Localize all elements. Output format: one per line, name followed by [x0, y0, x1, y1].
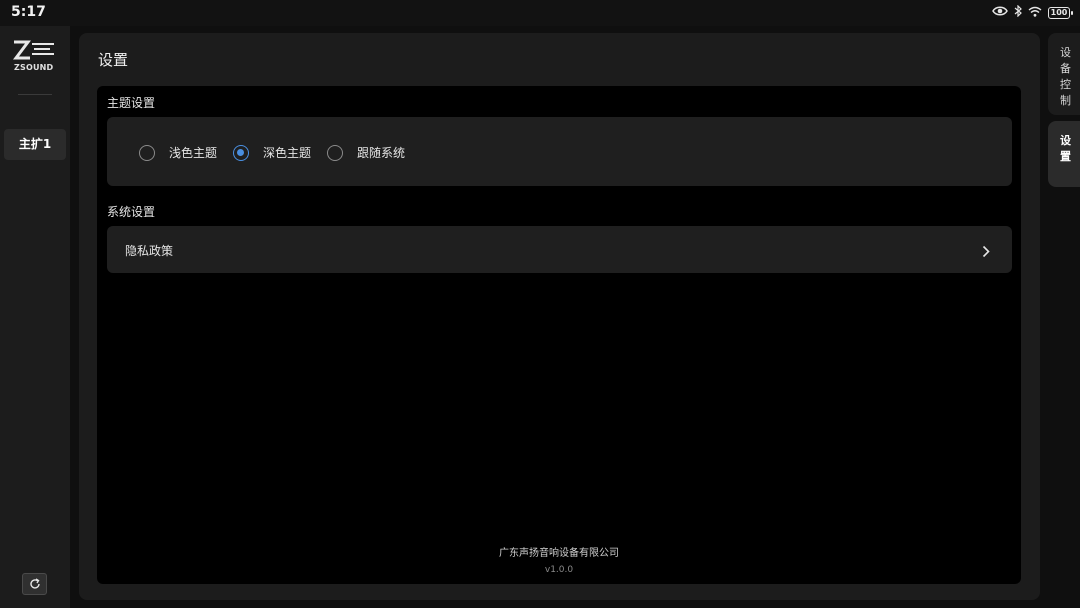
- radio-unchecked-icon: [327, 144, 344, 161]
- status-icons: 100: [992, 4, 1073, 20]
- page-title: 设置: [98, 51, 129, 69]
- bluetooth-icon: [1014, 4, 1022, 20]
- refresh-button[interactable]: [22, 573, 47, 595]
- status-time: 5:17: [11, 4, 46, 20]
- chevron-right-icon: [982, 243, 990, 262]
- main-panel: 设置 主题设置 浅色主题 深色主题 跟随系统 系统设置 隐私政策 广东声扬音响设…: [79, 33, 1040, 600]
- radio-label: 深色主题: [263, 146, 312, 160]
- logo-text: ZSOUND: [14, 63, 54, 72]
- sidebar: ZSOUND 主扩1: [0, 26, 70, 608]
- radio-follow-system[interactable]: 跟随系统: [327, 144, 405, 161]
- radio-light-theme[interactable]: 浅色主题: [139, 144, 217, 161]
- theme-section-label: 主题设置: [107, 96, 156, 110]
- radio-label: 跟随系统: [357, 146, 406, 160]
- sidebar-item-main-amp[interactable]: 主扩1: [4, 129, 66, 160]
- eye-icon: [992, 5, 1008, 20]
- status-bar: 5:17 100: [0, 0, 1080, 26]
- privacy-policy-row[interactable]: 隐私政策: [107, 226, 1012, 273]
- tab-settings[interactable]: 设置: [1048, 121, 1080, 187]
- settings-content: 主题设置 浅色主题 深色主题 跟随系统 系统设置 隐私政策 广东声扬音响设备有限…: [97, 86, 1021, 584]
- battery-icon: 100: [1048, 6, 1073, 19]
- tab-device-control[interactable]: 设备控制: [1048, 33, 1080, 115]
- refresh-icon: [29, 575, 41, 594]
- footer-version: v1.0.0: [544, 565, 574, 575]
- theme-radio-group: 浅色主题 深色主题 跟随系统: [139, 144, 421, 161]
- system-section-label: 系统设置: [107, 205, 156, 219]
- wifi-icon: [1028, 6, 1042, 20]
- radio-label: 浅色主题: [169, 146, 218, 160]
- privacy-policy-label: 隐私政策: [125, 244, 174, 258]
- radio-checked-icon: [233, 144, 250, 161]
- radio-dark-theme[interactable]: 深色主题: [233, 144, 311, 161]
- radio-unchecked-icon: [139, 144, 155, 161]
- tab-label: 设置: [1060, 134, 1071, 163]
- tab-label: 设备控制: [1060, 46, 1071, 107]
- right-tab-rail: 设备控制 设置: [1048, 33, 1080, 608]
- footer-company: 广东声扬音响设备有限公司: [499, 548, 619, 559]
- sidebar-divider: [18, 94, 52, 95]
- theme-card: 浅色主题 深色主题 跟随系统: [107, 117, 1012, 186]
